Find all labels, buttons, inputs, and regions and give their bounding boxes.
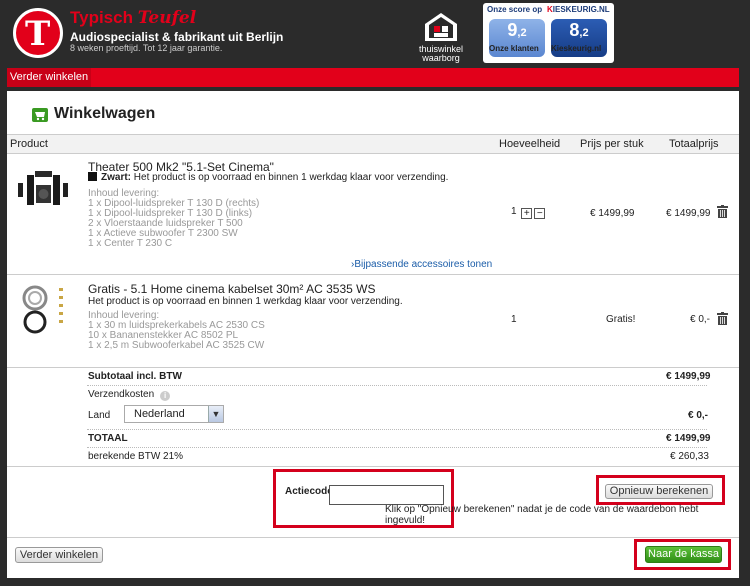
quantity-stepper: 1 + − [511, 206, 546, 219]
vat-value: € 260,33 [670, 451, 709, 462]
nav-bar: Verder winkelen [7, 68, 739, 87]
delivery-contents: Inhoud levering: 1 x Dipool-luidspreker … [88, 188, 260, 249]
promo-code-label: Actiecode [285, 486, 333, 497]
delete-trash-icon[interactable] [717, 312, 728, 325]
delivery-contents: Inhoud levering: 1 x 30 m luidsprekerkab… [88, 310, 265, 351]
unit-price: € 1499,99 [590, 208, 635, 219]
promo-code-input[interactable] [329, 485, 444, 505]
subtotal-value: € 1499,99 [666, 371, 711, 382]
recalculate-button[interactable]: Opnieuw berekenen [605, 484, 713, 499]
brand-tagline: Audiospecialist & fabrikant uit Berlijn [70, 30, 284, 44]
shipping-label: Verzendkosten i [88, 389, 171, 401]
total-price: € 0,- [690, 314, 711, 325]
product-image-speaker-set[interactable] [16, 169, 71, 209]
kieskeurig-logo: KIESKEURIG.NL [547, 5, 610, 14]
quantity-value: 1 [511, 314, 517, 325]
info-icon[interactable]: i [160, 391, 171, 401]
chevron-down-icon: ▼ [208, 406, 223, 422]
product-image-cable-set[interactable] [19, 284, 67, 339]
delete-trash-icon[interactable] [717, 205, 728, 218]
score-title: Onze score op [487, 5, 543, 14]
show-accessories-link[interactable]: ›Bijpassende accessoires tonen [351, 259, 492, 270]
teufel-logo[interactable]: T [13, 8, 63, 58]
color-swatch [88, 172, 97, 181]
brand-subtagline: 8 weken proeftijd. Tot 12 jaar garantie. [70, 43, 223, 53]
checkout-button[interactable]: Naar de kassa [645, 546, 722, 563]
quantity-value: 1 [511, 206, 517, 217]
quantity-increase-button[interactable]: + [521, 208, 533, 219]
total-value: € 1499,99 [666, 433, 711, 444]
nav-continue-shopping-link[interactable]: Verder winkelen [7, 68, 91, 87]
house-icon [424, 12, 458, 42]
quantity-decrease-button[interactable]: − [534, 208, 546, 219]
waarborg-label: waarborg [422, 53, 460, 63]
score-card-kieskeurig: 8,2 Kieskeurig.nl [551, 19, 607, 57]
country-label: Land [88, 410, 111, 421]
column-header-product: Product [10, 138, 48, 150]
stock-status: Het product is op voorraad en binnen 1 w… [88, 296, 403, 307]
site-header: T Typisch Teufel Audiospecialist & fabri… [0, 0, 750, 68]
total-price: € 1499,99 [666, 208, 711, 219]
subtotal-label: Subtotaal incl. BTW [88, 371, 182, 382]
shipping-value: € 0,- [688, 410, 709, 421]
cart-icon [32, 108, 48, 122]
column-header-total: Totaalprijs [669, 138, 719, 150]
kieskeurig-score-widget[interactable]: Onze score op KIESKEURIG.NL 9,2 Onze kla… [483, 3, 614, 63]
country-select[interactable]: Nederland ▼ [124, 405, 224, 423]
score-card-customers: 9,2 Onze klanten [489, 19, 545, 57]
promo-hint: Klik op "Opnieuw berekenen" nadat je de … [385, 504, 699, 526]
vat-label: berekende BTW 21% [88, 451, 184, 462]
stock-status: Zwart: Het product is op voorraad en bin… [88, 172, 448, 183]
product-title[interactable]: Gratis - 5.1 Home cinema kabelset 30m² A… [88, 282, 375, 296]
page-title: Winkelwagen [54, 105, 156, 122]
cart-panel: Winkelwagen Product Hoeveelheid Prijs pe… [7, 91, 739, 578]
brand-name: Typisch Teufel [70, 8, 197, 28]
column-header-quantity: Hoeveelheid [499, 138, 561, 150]
continue-shopping-button[interactable]: Verder winkelen [15, 547, 103, 563]
thuiswinkel-waarborg-badge[interactable]: thuiswinkel waarborg [414, 12, 468, 64]
column-header-unit-price: Prijs per stuk [580, 138, 644, 150]
total-label: TOTAAL [88, 433, 128, 444]
unit-price: Gratis! [606, 314, 636, 325]
